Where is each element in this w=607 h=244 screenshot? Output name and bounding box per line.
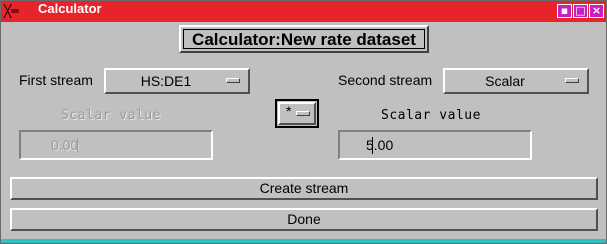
right-scalar-label: Scalar value [381, 108, 481, 123]
minimize-icon[interactable]: ▪ [557, 4, 572, 18]
first-stream-label: First stream [19, 72, 93, 88]
option-menu-icon [565, 78, 579, 83]
second-stream-label: Second stream [338, 72, 433, 88]
right-scalar-value: 5.00 [366, 137, 394, 153]
option-menu-icon [226, 78, 240, 83]
right-scalar-input[interactable]: 5.00 [338, 130, 532, 160]
second-stream-select[interactable]: Scalar [443, 68, 589, 94]
text-cursor [77, 138, 78, 153]
first-stream-select[interactable]: HS:DE1 [104, 68, 250, 94]
text-cursor [372, 137, 373, 154]
window-title: Calculator [38, 1, 102, 16]
page-title: Calculator:New rate dataset [183, 29, 425, 49]
second-stream-value: Scalar [485, 73, 525, 89]
operator-select[interactable]: * [275, 99, 319, 128]
left-scalar-input[interactable]: 0.00 [19, 130, 213, 160]
first-stream-value: HS:DE1 [140, 73, 192, 89]
option-menu-icon [296, 111, 310, 116]
title-bar[interactable]: ╳═ Calculator ▪ □ × [1, 1, 606, 22]
tool-icon[interactable]: ╳═ [4, 3, 34, 20]
operator-value: * [286, 103, 292, 119]
left-scalar-value: 0.00 [51, 137, 79, 153]
calculator-window: ╳═ Calculator ▪ □ × Calculator:New rate … [0, 0, 607, 244]
done-button[interactable]: Done [10, 208, 598, 231]
create-stream-button[interactable]: Create stream [10, 177, 598, 200]
close-icon[interactable]: × [589, 4, 604, 18]
left-scalar-label: Scalar value [61, 108, 161, 123]
window-bottom-border [1, 239, 606, 243]
maximize-icon[interactable]: □ [573, 4, 588, 18]
page-title-frame: Calculator:New rate dataset [179, 25, 429, 53]
